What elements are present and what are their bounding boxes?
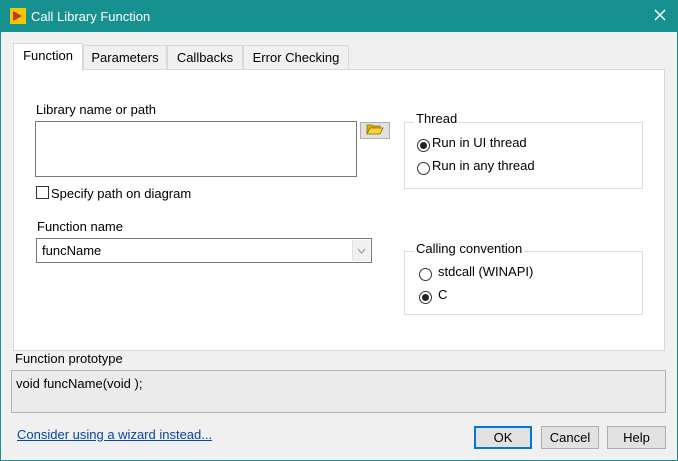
close-button[interactable] — [643, 1, 677, 32]
call-library-function-dialog: Call Library Function Function Parameter… — [0, 0, 678, 461]
function-name-select[interactable]: funcName — [36, 238, 372, 263]
function-name-value: funcName — [42, 243, 102, 258]
folder-open-icon — [366, 123, 384, 138]
function-prototype-box: void funcName(void ); — [11, 370, 666, 413]
thread-group-title: Thread — [414, 111, 460, 126]
radio-stdcall[interactable] — [419, 268, 432, 281]
tab-parameters[interactable]: Parameters — [83, 45, 167, 69]
cancel-button[interactable]: Cancel — [541, 426, 599, 449]
tab-function[interactable]: Function — [13, 43, 83, 71]
labview-app-icon — [10, 8, 26, 24]
function-prototype-label: Function prototype — [15, 351, 123, 366]
calling-convention-group — [404, 251, 643, 315]
help-button[interactable]: Help — [607, 426, 666, 449]
browse-button[interactable] — [360, 122, 390, 139]
radio-run-in-any-thread[interactable] — [417, 162, 430, 175]
radio-run-in-ui-thread[interactable] — [417, 139, 430, 152]
ok-button[interactable]: OK — [474, 426, 532, 449]
run-in-any-thread-label: Run in any thread — [432, 158, 535, 173]
wizard-link[interactable]: Consider using a wizard instead... — [17, 427, 212, 442]
function-name-label: Function name — [37, 219, 123, 234]
specify-path-checkbox[interactable] — [36, 186, 49, 199]
run-in-ui-thread-label: Run in UI thread — [432, 135, 527, 150]
stdcall-label: stdcall (WINAPI) — [438, 264, 534, 279]
window-title: Call Library Function — [31, 9, 151, 24]
c-convention-label: C — [438, 287, 448, 302]
tab-error-checking[interactable]: Error Checking — [243, 45, 349, 69]
radio-c[interactable] — [419, 291, 432, 304]
calling-convention-group-title: Calling convention — [414, 241, 525, 256]
close-icon — [654, 9, 666, 24]
function-prototype-value: void funcName(void ); — [16, 376, 143, 391]
chevron-down-icon — [352, 240, 370, 261]
library-path-label: Library name or path — [36, 102, 156, 117]
thread-group — [404, 122, 643, 189]
tab-callbacks[interactable]: Callbacks — [167, 45, 243, 69]
title-bar: Call Library Function — [1, 1, 677, 32]
library-path-input[interactable] — [35, 121, 357, 177]
specify-path-label: Specify path on diagram — [51, 186, 192, 201]
